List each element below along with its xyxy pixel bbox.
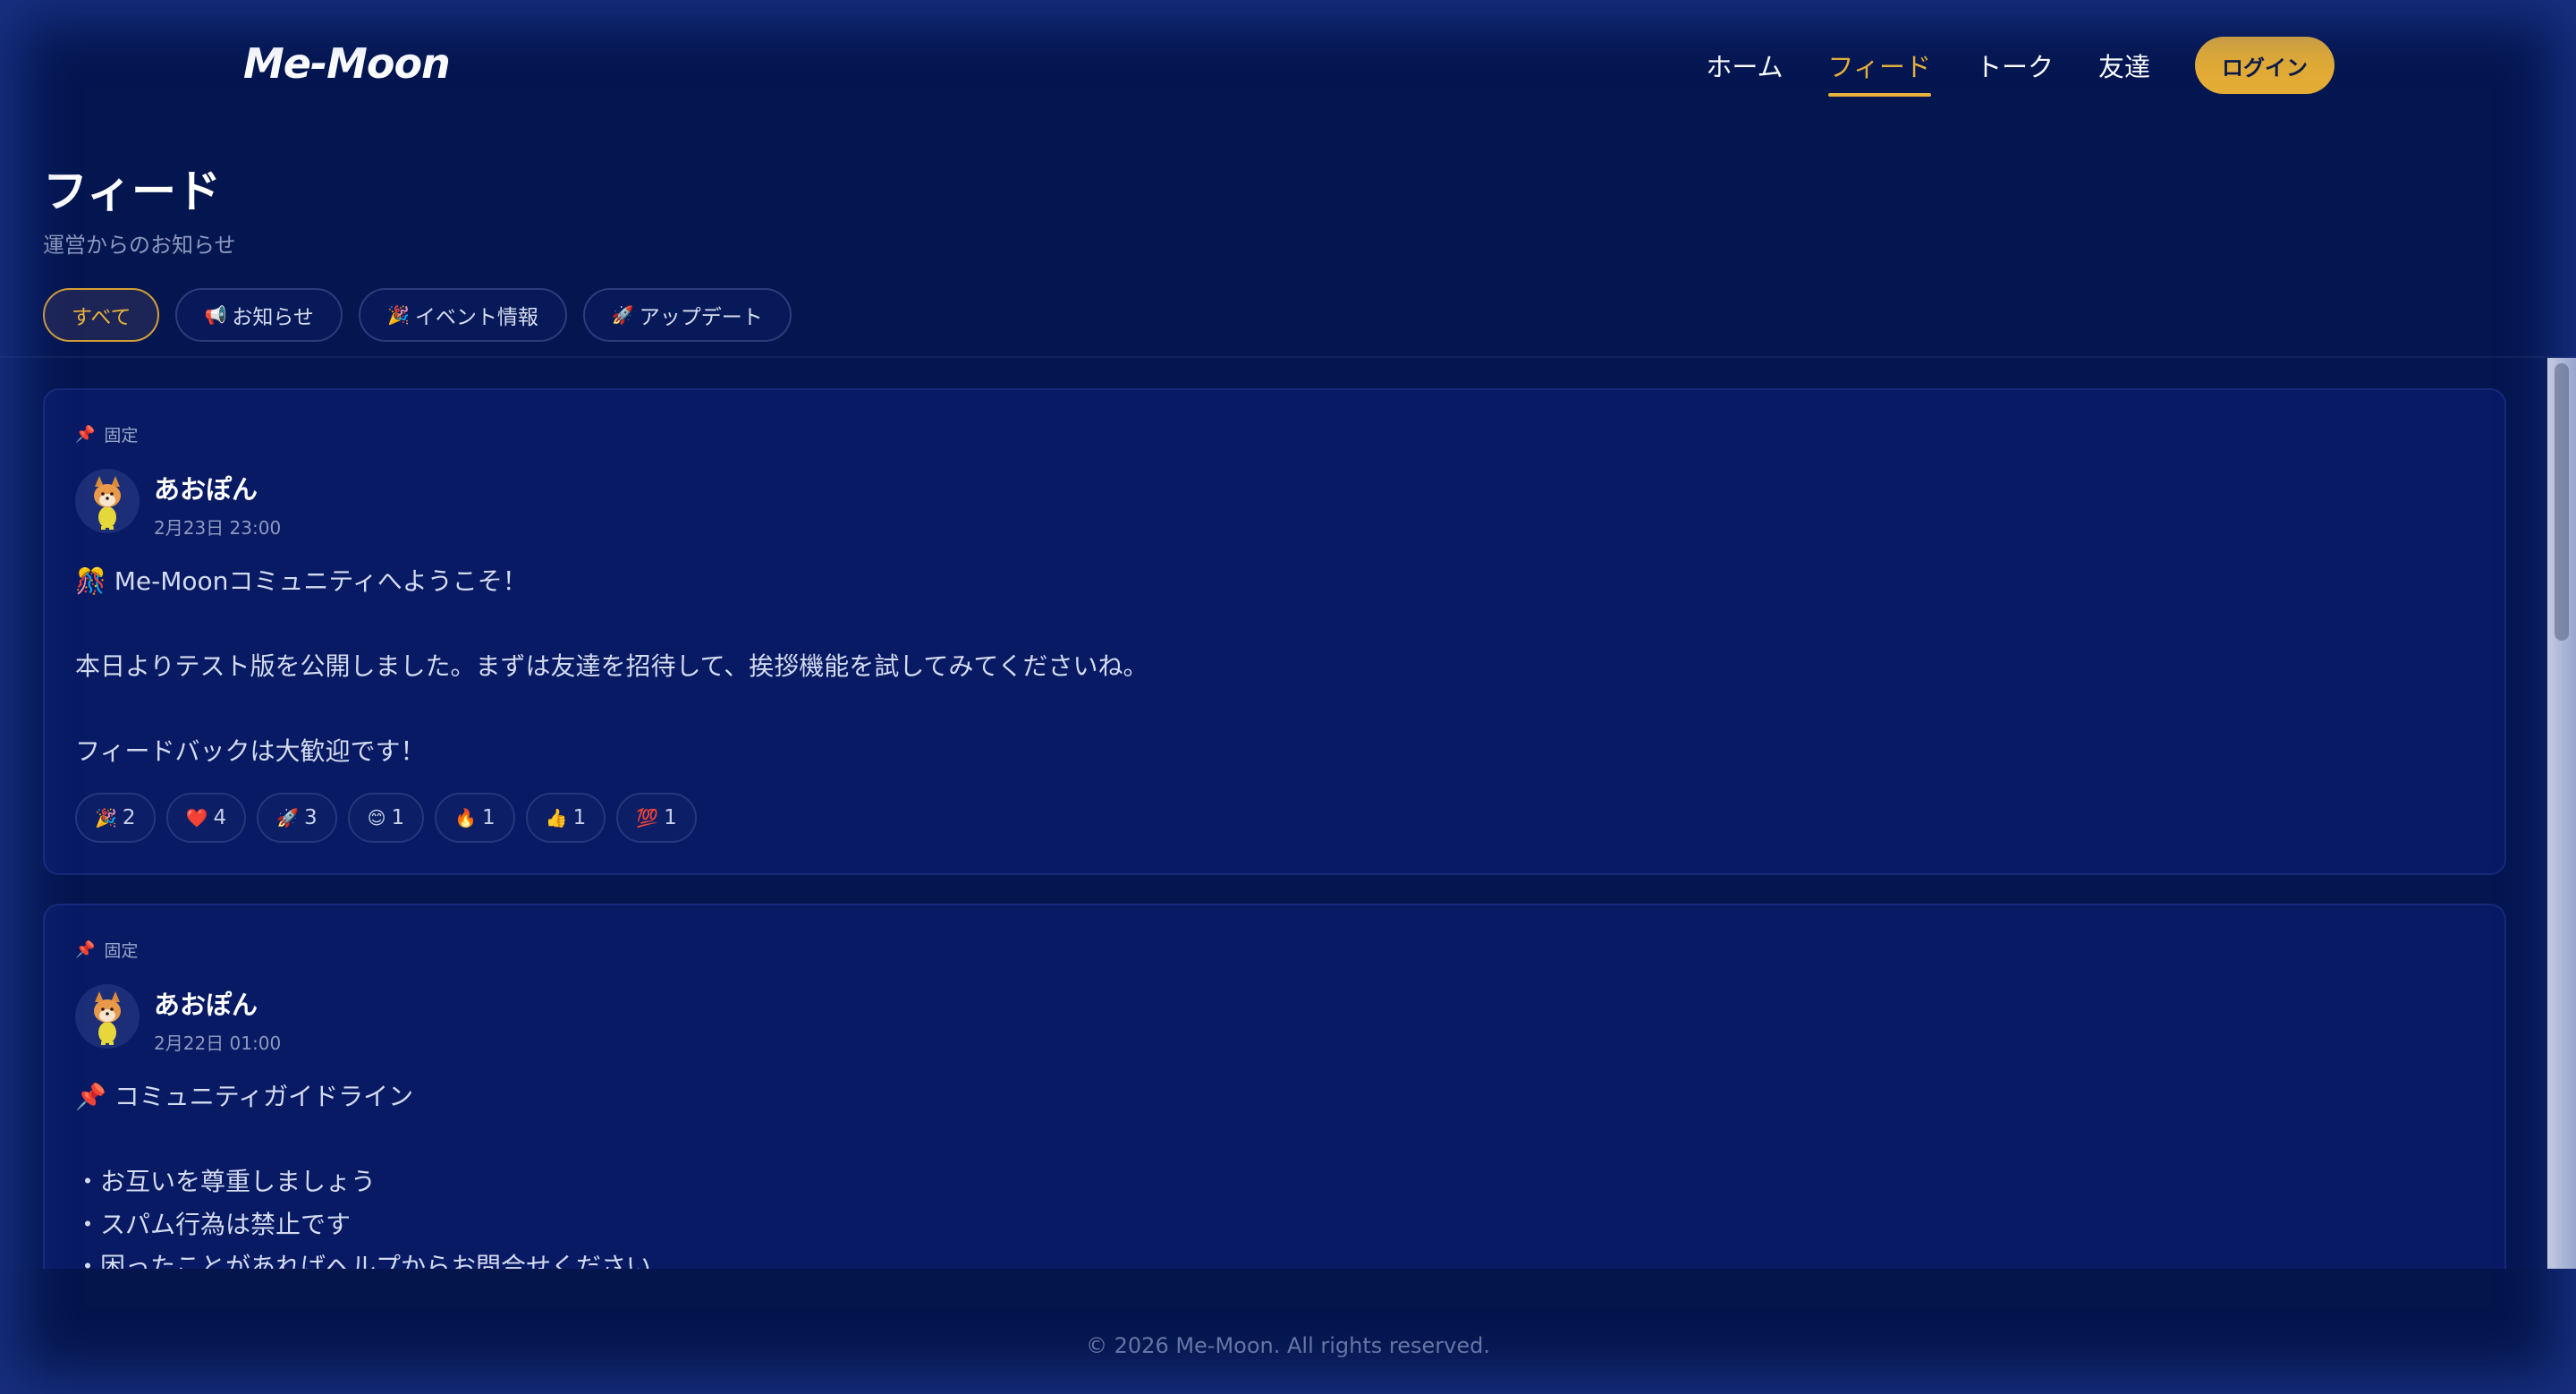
page-subtitle: 運営からのお知らせ (43, 233, 236, 258)
fire-icon: 🔥 (454, 807, 478, 829)
post-timestamp: 2月22日 01:00 (154, 1033, 282, 1054)
post-card: 📌 固定 あおぽん 2月23日 23:00 🎊 Me-Moonコミュニティへよう… (43, 388, 2506, 875)
scrollbar-thumb[interactable] (2555, 363, 2569, 641)
reaction-rocket[interactable]: 🚀 3 (257, 793, 337, 843)
post-line: ・困ったことがあればヘルプからお問合せください (75, 1252, 652, 1269)
post-body: 📌 コミュニティガイドライン ・お互いを尊重しましょう ・スパム行為は禁止です … (75, 1075, 2401, 1269)
filter-label: お知らせ (232, 306, 314, 329)
post-line: ・スパム行為は禁止です (75, 1209, 352, 1239)
reaction-count: 1 (482, 806, 496, 829)
post-line: ・お互いを尊重しましょう (75, 1167, 377, 1196)
filter-announcements[interactable]: 📢 お知らせ (175, 288, 343, 342)
filter-all[interactable]: すべて (43, 288, 160, 342)
pinned-label: 固定 (104, 426, 139, 446)
feed-scrollbar[interactable] (2547, 358, 2576, 1269)
post-line: フィードバックは大歓迎です！ (75, 736, 426, 766)
filter-updates[interactable]: 🚀 アップデート (582, 288, 792, 342)
nav-friends[interactable]: 友達 (2098, 47, 2150, 84)
pinned-indicator: 📌 固定 (75, 422, 138, 446)
avatar[interactable] (75, 469, 140, 533)
party-popper-icon: 🎉 (386, 304, 410, 326)
pinned-indicator: 📌 固定 (75, 938, 138, 962)
rocket-icon: 🚀 (276, 807, 299, 829)
post-timestamp: 2月23日 23:00 (154, 517, 282, 539)
reaction-fire[interactable]: 🔥 1 (435, 793, 515, 843)
footer-copyright: © 2026 Me-Moon. All rights reserved. (1086, 1333, 1490, 1358)
rocket-icon: 🚀 (611, 304, 634, 326)
reaction-hundred[interactable]: 💯 1 (616, 793, 697, 843)
post-line: 🎊 Me-Moonコミュニティへようこそ！ (75, 566, 528, 596)
megaphone-icon: 📢 (204, 304, 227, 326)
shiba-dog-icon (94, 991, 121, 1045)
feed-list[interactable]: 📌 固定 あおぽん 2月23日 23:00 🎊 Me-Moonコミュニティへよう… (0, 358, 2547, 1269)
reaction-heart[interactable]: ❤️ 4 (165, 793, 247, 843)
post-body: 🎊 Me-Moonコミュニティへようこそ！ 本日よりテスト版を公開しました。まず… (75, 560, 2401, 773)
reaction-count: 1 (391, 806, 405, 829)
heart-icon: ❤️ (185, 807, 208, 829)
nav-feed[interactable]: フィード (1827, 47, 1932, 97)
avatar[interactable] (75, 984, 140, 1049)
reaction-bar: 🎉 2 ❤️ 4 🚀 3 😊 1 🔥 1 👍 1 💯 1 (75, 793, 708, 843)
party-popper-icon: 🎉 (95, 807, 117, 829)
filter-tabs: すべて 📢 お知らせ 🎉 イベント情報 🚀 アップデート (43, 288, 808, 342)
post-line: 本日よりテスト版を公開しました。まずは友達を招待して、挨拶機能を試してみてくださ… (75, 651, 1148, 681)
filter-label: すべて (72, 306, 131, 329)
smile-icon: 😊 (367, 807, 386, 829)
pin-icon: 📌 (75, 425, 96, 444)
post-line-blank (75, 688, 2401, 731)
page-title: フィード (43, 166, 221, 217)
thumbs-up-icon: 👍 (545, 807, 568, 829)
reaction-count: 2 (122, 806, 136, 829)
reaction-party[interactable]: 🎉 2 (75, 793, 156, 843)
post-author[interactable]: あおぽん (154, 469, 258, 506)
reaction-count: 1 (664, 806, 677, 829)
nav-talk[interactable]: トーク (1976, 47, 2054, 84)
filter-events[interactable]: 🎉 イベント情報 (358, 288, 567, 342)
main-nav: ホーム フィード トーク 友達 ログイン (1706, 36, 2334, 97)
reaction-count: 4 (213, 806, 227, 829)
nav-home[interactable]: ホーム (1706, 47, 1783, 84)
post-author[interactable]: あおぽん (154, 984, 258, 1022)
post-line: 📌 コミュニティガイドライン (75, 1082, 414, 1111)
top-header: Me-Moon ホーム フィード トーク 友達 ログイン (0, 0, 2576, 134)
post-line-blank (75, 1118, 2401, 1161)
shiba-dog-icon (94, 476, 121, 530)
pinned-label: 固定 (104, 941, 139, 961)
post-card: 📌 固定 あおぽん 2月22日 01:00 📌 コミュニティガイドライン ・お互… (43, 904, 2506, 1269)
filter-label: アップデート (639, 306, 763, 329)
pin-icon: 📌 (75, 940, 96, 959)
hundred-points-icon: 💯 (636, 807, 659, 829)
reaction-count: 1 (572, 806, 587, 829)
filter-label: イベント情報 (414, 306, 538, 329)
post-line-blank (75, 603, 2401, 646)
reaction-smile[interactable]: 😊 1 (347, 793, 425, 843)
footer-band (0, 1269, 2576, 1394)
reaction-thumbs-up[interactable]: 👍 1 (525, 793, 606, 843)
reaction-count: 3 (304, 806, 318, 829)
login-button[interactable]: ログイン (2195, 37, 2334, 94)
logo[interactable]: Me-Moon (243, 39, 451, 88)
